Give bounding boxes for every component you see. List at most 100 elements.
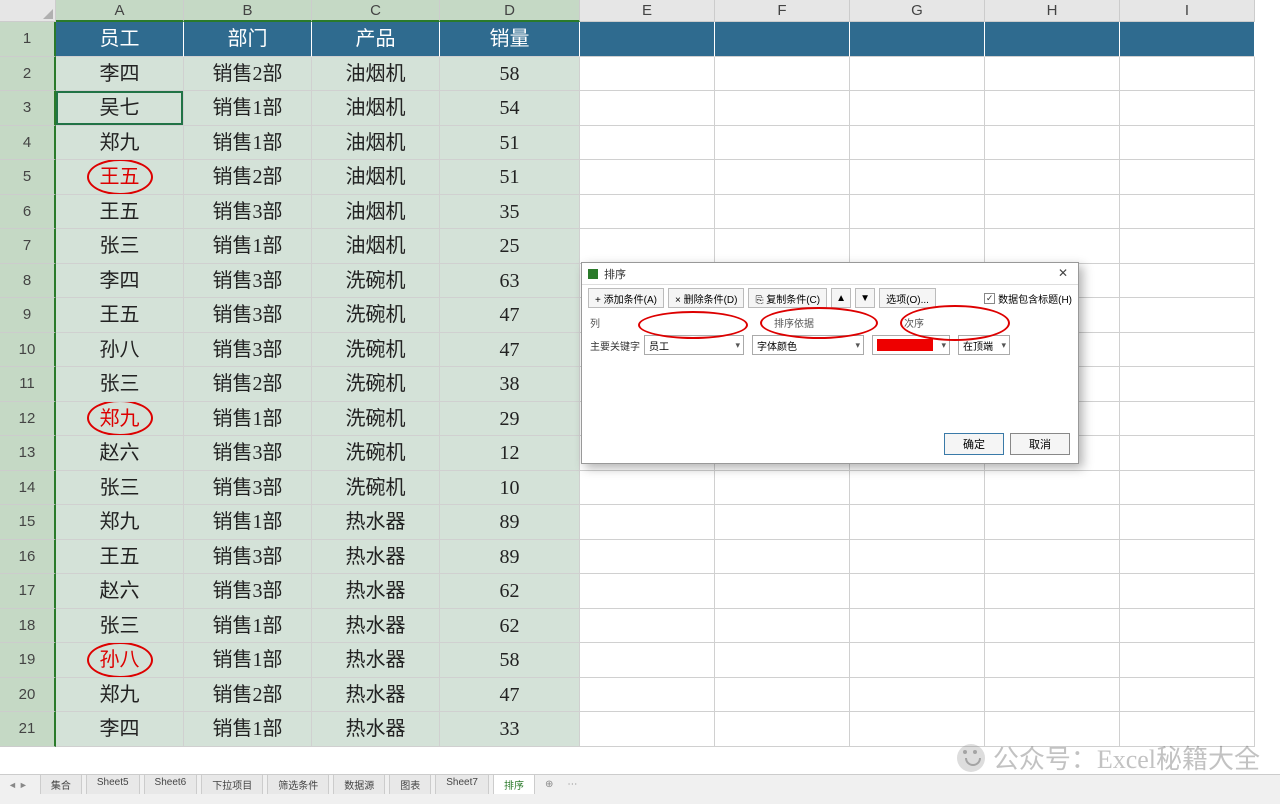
cell-E15[interactable] [580, 505, 715, 540]
cell-C9[interactable]: 洗碗机 [312, 298, 440, 333]
col-header-D[interactable]: D [440, 0, 580, 22]
cell-G15[interactable] [850, 505, 985, 540]
sheet-tab-集合[interactable]: 集合 [40, 774, 82, 796]
cell-D2[interactable]: 58 [440, 57, 580, 92]
row-header-3[interactable]: 3 [0, 91, 56, 126]
cell-D13[interactable]: 12 [440, 436, 580, 471]
cell-B6[interactable]: 销售3部 [184, 195, 312, 230]
cancel-button[interactable]: 取消 [1010, 433, 1070, 455]
row-header-15[interactable]: 15 [0, 505, 56, 540]
sheet-tab-排序[interactable]: 排序 [493, 774, 535, 796]
cell-I8[interactable] [1120, 264, 1255, 299]
sheet-tab-Sheet6[interactable]: Sheet6 [144, 774, 198, 796]
cell-D19[interactable]: 58 [440, 643, 580, 678]
cell-I4[interactable] [1120, 126, 1255, 161]
cell-C17[interactable]: 热水器 [312, 574, 440, 609]
row-header-18[interactable]: 18 [0, 609, 56, 644]
cell-F1[interactable] [715, 22, 850, 57]
cell-G1[interactable] [850, 22, 985, 57]
cell-E2[interactable] [580, 57, 715, 92]
cell-E4[interactable] [580, 126, 715, 161]
cell-B18[interactable]: 销售1部 [184, 609, 312, 644]
col-header-E[interactable]: E [580, 0, 715, 22]
row-header-19[interactable]: 19 [0, 643, 56, 678]
cell-D11[interactable]: 38 [440, 367, 580, 402]
cell-I19[interactable] [1120, 643, 1255, 678]
cell-H2[interactable] [985, 57, 1120, 92]
delete-condition-button[interactable]: × 删除条件(D) [668, 288, 745, 308]
cell-D6[interactable]: 35 [440, 195, 580, 230]
row-header-16[interactable]: 16 [0, 540, 56, 575]
cell-G5[interactable] [850, 160, 985, 195]
cell-D8[interactable]: 63 [440, 264, 580, 299]
cell-A6[interactable]: 王五 [56, 195, 184, 230]
cell-F19[interactable] [715, 643, 850, 678]
cell-I11[interactable] [1120, 367, 1255, 402]
move-down-button[interactable]: ▼ [855, 288, 875, 308]
cell-E5[interactable] [580, 160, 715, 195]
cell-C11[interactable]: 洗碗机 [312, 367, 440, 402]
cell-F4[interactable] [715, 126, 850, 161]
cell-I5[interactable] [1120, 160, 1255, 195]
cell-I16[interactable] [1120, 540, 1255, 575]
cell-A9[interactable]: 王五 [56, 298, 184, 333]
cell-A18[interactable]: 张三 [56, 609, 184, 644]
select-all-corner[interactable] [0, 0, 56, 22]
cell-C19[interactable]: 热水器 [312, 643, 440, 678]
sheet-tab-数据源[interactable]: 数据源 [333, 774, 385, 796]
cell-C8[interactable]: 洗碗机 [312, 264, 440, 299]
cell-F6[interactable] [715, 195, 850, 230]
cell-F15[interactable] [715, 505, 850, 540]
tab-nav-arrows[interactable]: ◄► [8, 780, 28, 790]
cell-C21[interactable]: 热水器 [312, 712, 440, 747]
row-header-4[interactable]: 4 [0, 126, 56, 161]
cell-C4[interactable]: 油烟机 [312, 126, 440, 161]
cell-F7[interactable] [715, 229, 850, 264]
cell-B15[interactable]: 销售1部 [184, 505, 312, 540]
row-header-5[interactable]: 5 [0, 160, 56, 195]
sheet-tab-Sheet7[interactable]: Sheet7 [435, 774, 489, 796]
cell-H3[interactable] [985, 91, 1120, 126]
cell-C18[interactable]: 热水器 [312, 609, 440, 644]
cell-D4[interactable]: 51 [440, 126, 580, 161]
cell-A12[interactable]: 郑九 [56, 402, 184, 437]
row-header-8[interactable]: 8 [0, 264, 56, 299]
cell-I20[interactable] [1120, 678, 1255, 713]
cell-A11[interactable]: 张三 [56, 367, 184, 402]
cell-D14[interactable]: 10 [440, 471, 580, 506]
cell-I18[interactable] [1120, 609, 1255, 644]
cell-B21[interactable]: 销售1部 [184, 712, 312, 747]
cell-B19[interactable]: 销售1部 [184, 643, 312, 678]
cell-E16[interactable] [580, 540, 715, 575]
cell-A1[interactable]: 员工 [56, 22, 184, 57]
cell-B1[interactable]: 部门 [184, 22, 312, 57]
cell-A17[interactable]: 赵六 [56, 574, 184, 609]
cell-F3[interactable] [715, 91, 850, 126]
row-header-14[interactable]: 14 [0, 471, 56, 506]
cell-A10[interactable]: 孙八 [56, 333, 184, 368]
dialog-close-button[interactable]: ✕ [1054, 266, 1072, 282]
cell-B5[interactable]: 销售2部 [184, 160, 312, 195]
cell-B16[interactable]: 销售3部 [184, 540, 312, 575]
cell-A16[interactable]: 王五 [56, 540, 184, 575]
cell-C1[interactable]: 产品 [312, 22, 440, 57]
cell-H16[interactable] [985, 540, 1120, 575]
cell-B12[interactable]: 销售1部 [184, 402, 312, 437]
cell-I6[interactable] [1120, 195, 1255, 230]
cell-I13[interactable] [1120, 436, 1255, 471]
cell-A21[interactable]: 李四 [56, 712, 184, 747]
cell-D20[interactable]: 47 [440, 678, 580, 713]
cell-D16[interactable]: 89 [440, 540, 580, 575]
cell-F16[interactable] [715, 540, 850, 575]
cell-A5[interactable]: 王五 [56, 160, 184, 195]
cell-E20[interactable] [580, 678, 715, 713]
cell-G19[interactable] [850, 643, 985, 678]
cell-B11[interactable]: 销售2部 [184, 367, 312, 402]
cell-C6[interactable]: 油烟机 [312, 195, 440, 230]
ok-button[interactable]: 确定 [944, 433, 1004, 455]
sheet-tab-Sheet5[interactable]: Sheet5 [86, 774, 140, 796]
cell-D1[interactable]: 销量 [440, 22, 580, 57]
cell-A3[interactable]: 吴七 [56, 91, 184, 126]
cell-G6[interactable] [850, 195, 985, 230]
sheet-tab-图表[interactable]: 图表 [389, 774, 431, 796]
